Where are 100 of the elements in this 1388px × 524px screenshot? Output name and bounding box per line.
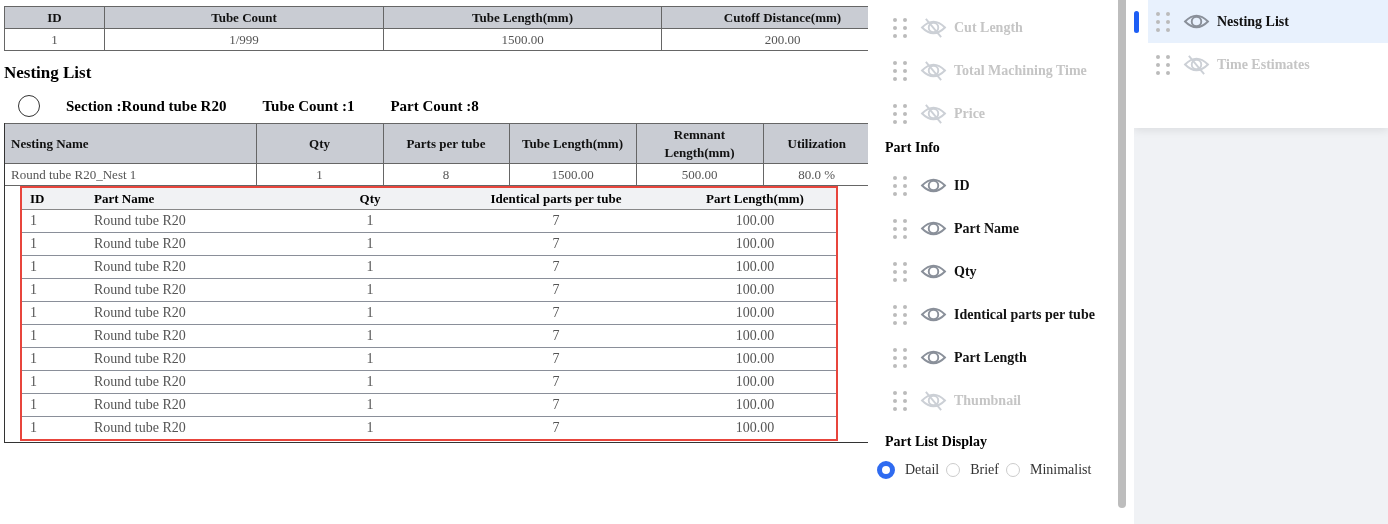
eye-slash-icon[interactable]: [1183, 54, 1210, 75]
table-cell: 100.00: [674, 393, 836, 417]
table-cell: 7: [438, 370, 674, 394]
table-cell: 1/999: [104, 28, 384, 51]
table-cell: 1: [22, 347, 86, 371]
column-header: Parts per tube: [383, 123, 509, 164]
group-title: Part Info: [885, 139, 941, 157]
section-row[interactable]: Nesting List: [1148, 0, 1388, 43]
table-cell: 100.00: [674, 416, 836, 439]
table-cell: 100.00: [674, 324, 836, 348]
column-header: Part Length(mm): [674, 188, 836, 210]
column-header: ID: [22, 188, 86, 210]
radio-option[interactable]: Minimalist: [1006, 462, 1092, 478]
column-header: Tube Length(mm): [383, 6, 662, 29]
field-label: Part Name: [954, 220, 1019, 237]
table-cell: 7: [438, 324, 674, 348]
section-title: Nesting List: [4, 63, 93, 83]
table-cell: 100.00: [674, 232, 836, 256]
column-header: Nesting Name: [5, 123, 256, 164]
column-header: Tube Count: [104, 6, 384, 29]
table-cell: Round tube R20: [86, 232, 302, 256]
eye-slash-icon[interactable]: [920, 17, 947, 38]
table-cell: 500.00: [636, 163, 763, 186]
group-title: Part List Display: [885, 433, 988, 451]
eye-slash-icon[interactable]: [920, 390, 947, 411]
table-cell: 1: [302, 370, 438, 394]
field-label: Part Length: [954, 349, 1027, 366]
radio-option[interactable]: Detail: [877, 461, 940, 479]
table-cell: 1500.00: [383, 28, 662, 51]
table-cell: 1: [22, 370, 86, 394]
table-cell: 1: [4, 28, 105, 51]
table-cell: 100.00: [674, 347, 836, 371]
table-cell: 1: [22, 324, 86, 348]
drag-handle-icon[interactable]: [893, 304, 907, 325]
column-header: Utilization: [763, 123, 868, 164]
drag-handle-icon[interactable]: [893, 218, 907, 239]
drag-handle-icon[interactable]: [893, 390, 907, 411]
table-cell: 1: [22, 393, 86, 417]
table-cell: 1: [302, 232, 438, 256]
info-label: Tube Count :1: [262, 97, 355, 115]
drag-handle-icon[interactable]: [893, 347, 907, 368]
info-label: Part Count :8: [390, 97, 479, 115]
table-cell: 100.00: [674, 301, 836, 325]
eye-slash-icon[interactable]: [920, 60, 947, 81]
table-cell: 1: [302, 393, 438, 417]
field-label: Identical parts per tube: [954, 306, 1095, 323]
drag-handle-icon[interactable]: [1156, 54, 1170, 75]
drag-handle-icon[interactable]: [893, 60, 907, 81]
table-cell: 100.00: [674, 255, 836, 279]
table-cell: 1: [302, 301, 438, 325]
drag-handle-icon[interactable]: [1156, 11, 1170, 32]
table-cell: 7: [438, 301, 674, 325]
table-cell: 1: [302, 209, 438, 233]
table-cell: 1: [22, 232, 86, 256]
column-header: Qty: [302, 188, 438, 210]
table-cell: 7: [438, 393, 674, 417]
table-cell: 7: [438, 347, 674, 371]
table-cell: 1: [22, 301, 86, 325]
table-cell: Round tube R20: [86, 393, 302, 417]
table-cell: Round tube R20: [86, 324, 302, 348]
table-cell: Round tube R20_Nest 1: [5, 163, 256, 186]
table-cell: 100.00: [674, 370, 836, 394]
field-label: ID: [954, 177, 970, 194]
table-cell: 1: [22, 278, 86, 302]
table-cell: Round tube R20: [86, 370, 302, 394]
drag-handle-icon[interactable]: [893, 103, 907, 124]
table-cell: 1: [256, 163, 383, 186]
drag-handle-icon[interactable]: [893, 17, 907, 38]
table-cell: 7: [438, 255, 674, 279]
table-cell: 100.00: [674, 209, 836, 233]
table-cell: 1: [22, 209, 86, 233]
table-cell: 7: [438, 209, 674, 233]
table-cell: 1: [302, 347, 438, 371]
field-label: Thumbnail: [954, 392, 1021, 409]
table-cell: 1: [302, 278, 438, 302]
field-label: Total Machining Time: [954, 62, 1087, 79]
drag-handle-icon[interactable]: [893, 175, 907, 196]
radio-option[interactable]: Brief: [946, 462, 999, 478]
eye-slash-icon[interactable]: [920, 103, 947, 124]
selection-indicator: [1134, 10, 1139, 33]
table-cell: Round tube R20: [86, 301, 302, 325]
column-header: Cutoff Distance(mm): [661, 6, 868, 29]
table-cell: 8: [383, 163, 509, 186]
table-cell: 1: [302, 255, 438, 279]
table-cell: 1: [22, 416, 86, 439]
scrollbar[interactable]: [1118, 0, 1126, 508]
column-header: Remnant Length(mm): [636, 123, 763, 164]
table-cell: 1: [22, 255, 86, 279]
table-cell: 1500.00: [509, 163, 636, 186]
column-header: Tube Length(mm): [509, 123, 636, 164]
table-cell: Round tube R20: [86, 347, 302, 371]
table-cell: 1: [302, 324, 438, 348]
field-label: Qty: [954, 263, 977, 280]
table-cell: 100.00: [674, 278, 836, 302]
column-header: Identical parts per tube: [438, 188, 674, 210]
drag-handle-icon[interactable]: [893, 261, 907, 282]
column-header: Part Name: [86, 188, 302, 210]
field-label: Cut Length: [954, 19, 1023, 36]
table-cell: 7: [438, 232, 674, 256]
column-header: ID: [4, 6, 105, 29]
